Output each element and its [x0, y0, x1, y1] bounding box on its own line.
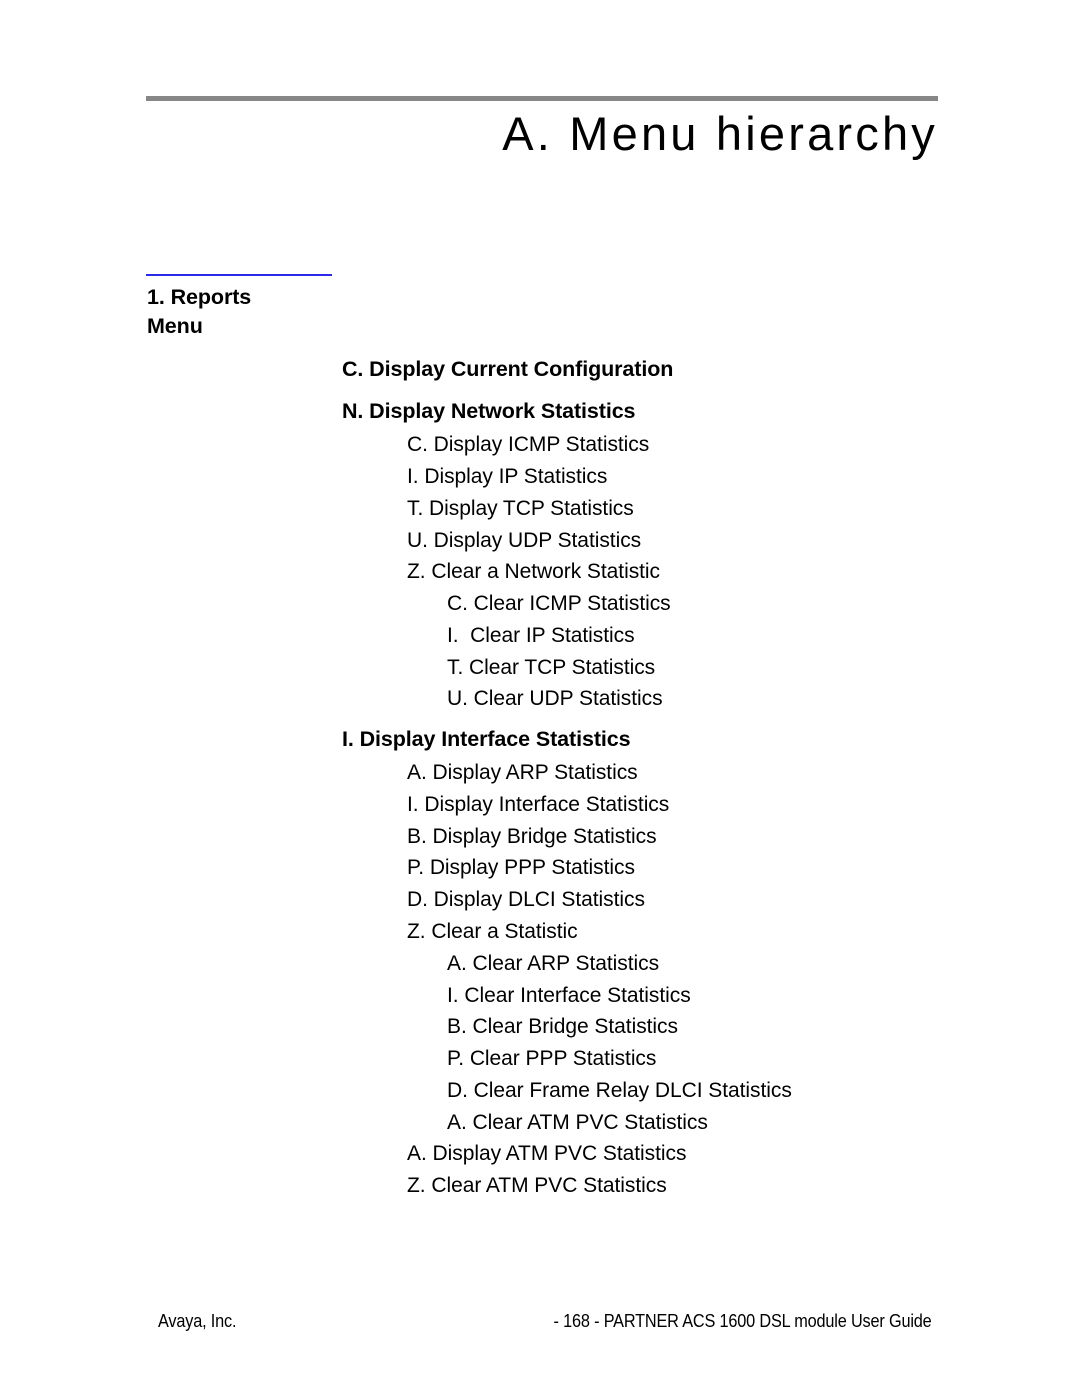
menu-item-clear-atm-pvc-statistics: A. Clear ATM PVC Statistics: [447, 1111, 708, 1134]
section-label-line-2: Menu: [147, 313, 203, 338]
menu-item-clear-interface-statistics: I. Clear Interface Statistics: [447, 984, 691, 1007]
header-divider-rule: [146, 96, 938, 101]
menu-item-clear-a-network-statistic: Z. Clear a Network Statistic: [407, 560, 660, 583]
menu-heading-display-network-statistics: N. Display Network Statistics: [342, 399, 636, 423]
footer-company: Avaya, Inc.: [158, 1310, 237, 1331]
menu-item-display-icmp-statistics: C. Display ICMP Statistics: [407, 433, 650, 456]
menu-item-display-tcp-statistics: T. Display TCP Statistics: [407, 497, 634, 520]
menu-item-display-bridge-statistics: B. Display Bridge Statistics: [407, 825, 657, 848]
menu-item-clear-icmp-statistics: C. Clear ICMP Statistics: [447, 592, 671, 615]
menu-item-clear-a-statistic: Z. Clear a Statistic: [407, 920, 578, 943]
section-divider-rule: [146, 274, 332, 276]
menu-item-clear-bridge-statistics: B. Clear Bridge Statistics: [447, 1015, 678, 1038]
page-footer: Avaya, Inc. - 168 - PARTNER ACS 1600 DSL…: [146, 1310, 938, 1334]
menu-item-display-dlci-statistics: D. Display DLCI Statistics: [407, 888, 645, 911]
menu-item-clear-udp-statistics: U. Clear UDP Statistics: [447, 687, 663, 710]
menu-item-clear-ip-statistics: I. Clear IP Statistics: [447, 624, 635, 647]
menu-item-clear-arp-statistics: A. Clear ARP Statistics: [447, 952, 660, 975]
menu-item-display-atm-pvc-statistics: A. Display ATM PVC Statistics: [407, 1142, 687, 1165]
menu-item-display-interface-statistics: I. Display Interface Statistics: [407, 793, 670, 816]
section-label-line-1: 1. Reports: [147, 285, 252, 309]
page-title: A. Menu hierarchy: [502, 107, 938, 160]
menu-item-clear-tcp-statistics: T. Clear TCP Statistics: [447, 656, 656, 679]
section-label: 1. Reports Menu: [147, 283, 337, 340]
menu-item-clear-ppp-statistics: P. Clear PPP Statistics: [447, 1047, 657, 1070]
menu-heading-display-interface-statistics: I. Display Interface Statistics: [342, 727, 631, 751]
menu-item-display-udp-statistics: U. Display UDP Statistics: [407, 529, 642, 552]
menu-item-display-arp-statistics: A. Display ARP Statistics: [407, 761, 638, 784]
menu-item-display-ppp-statistics: P. Display PPP Statistics: [407, 856, 635, 879]
menu-heading-display-current-configuration: C. Display Current Configuration: [342, 357, 674, 381]
menu-item-clear-atm-pvc-statistics-level2: Z. Clear ATM PVC Statistics: [407, 1174, 667, 1197]
document-page: A. Menu hierarchy 1. Reports Menu C. Dis…: [0, 0, 1080, 1397]
menu-item-display-ip-statistics: I. Display IP Statistics: [407, 465, 608, 488]
footer-document-reference: - 168 - PARTNER ACS 1600 DSL module User…: [554, 1310, 932, 1331]
menu-item-clear-frame-relay-dlci-statistics: D. Clear Frame Relay DLCI Statistics: [447, 1079, 792, 1102]
